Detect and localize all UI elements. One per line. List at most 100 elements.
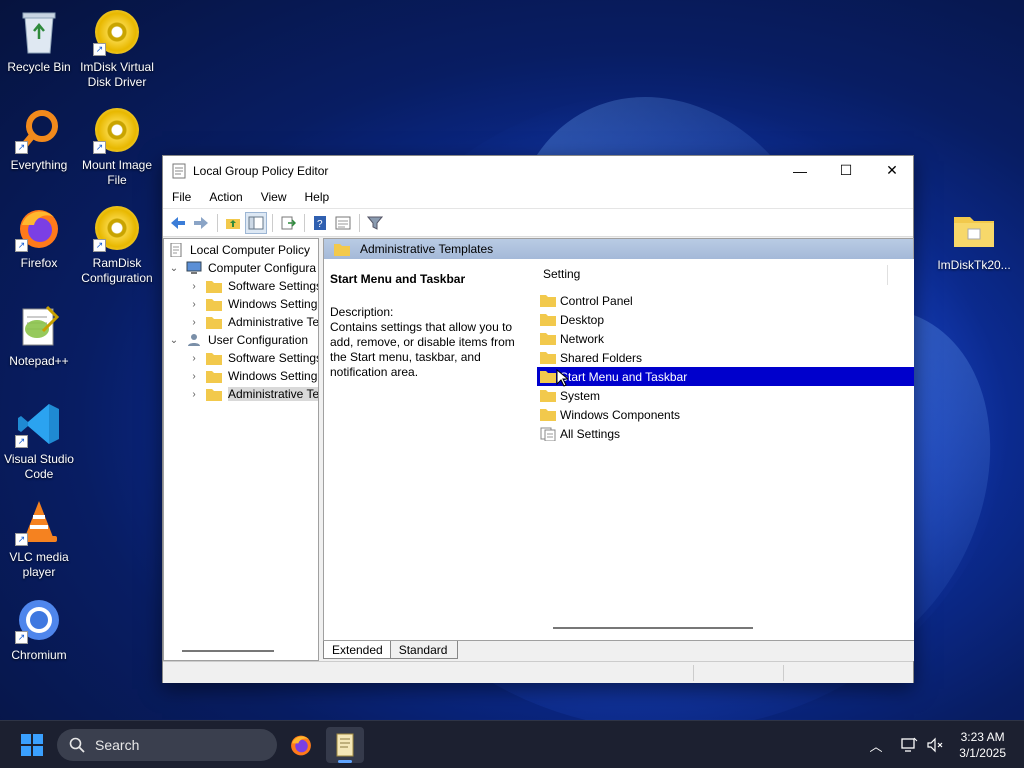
console-tree[interactable]: Local Computer Policy ⌄ Computer Configu… [163, 238, 319, 661]
desktop-icon-chromium[interactable]: ↗ Chromium [1, 596, 77, 663]
collapsed-chevron-icon[interactable]: › [188, 299, 200, 310]
folder-icon [206, 316, 222, 329]
clock-date: 3/1/2025 [959, 746, 1006, 760]
list-item-control-panel[interactable]: Control Panel [537, 291, 914, 310]
group-policy-editor-window: Local Group Policy Editor — ☐ ✕ File Act… [162, 155, 914, 683]
tree-node-uc-windows-settings[interactable]: › Windows Setting [188, 367, 317, 385]
tree-node-uc-administrative-templates[interactable]: › Administrative Te [188, 385, 318, 403]
list-item-shared-folders[interactable]: Shared Folders [537, 348, 914, 367]
tree-node-user-configuration[interactable]: ⌄ User Configuration [168, 331, 308, 349]
firefox-icon: ↗ [15, 204, 63, 252]
taskbar-search-box[interactable]: Search [57, 729, 277, 761]
menu-help[interactable]: Help [296, 190, 339, 204]
collapsed-chevron-icon[interactable]: › [188, 317, 200, 328]
tree-node-cc-administrative-templates[interactable]: › Administrative Te [188, 313, 318, 331]
list-item-windows-components[interactable]: Windows Components [537, 405, 914, 424]
collapsed-chevron-icon[interactable]: › [188, 371, 200, 382]
tree-node-root[interactable]: Local Computer Policy [168, 241, 310, 259]
policy-editor-icon [336, 733, 354, 757]
policy-doc-icon [170, 243, 182, 257]
everything-search-icon: ↗ [15, 106, 63, 154]
menu-bar: File Action View Help [163, 185, 913, 209]
maximize-button[interactable]: ☐ [823, 156, 869, 185]
column-header-setting[interactable]: Setting [543, 267, 580, 281]
status-bar [163, 661, 913, 683]
network-icon[interactable] [900, 737, 918, 753]
close-button[interactable]: ✕ [869, 156, 915, 185]
list-horizontal-scrollbar[interactable] [553, 627, 753, 629]
system-tray: ︿ [866, 721, 944, 768]
desktop-icon-label: Code [24, 467, 54, 481]
collapsed-chevron-icon[interactable]: › [188, 353, 200, 364]
description-label: Description: [330, 305, 394, 319]
filter-button[interactable] [364, 212, 386, 234]
up-level-button[interactable] [222, 212, 244, 234]
taskbar-policy-editor-button[interactable] [326, 727, 364, 763]
column-separator[interactable] [887, 265, 888, 285]
desktop-icon-ramdisk[interactable]: ↗ RamDisk Configuration [79, 204, 155, 286]
list-item-system[interactable]: System [537, 386, 914, 405]
collapsed-chevron-icon[interactable]: › [188, 281, 200, 292]
start-windows-icon[interactable] [20, 733, 44, 757]
window-title: Local Group Policy Editor [193, 163, 329, 178]
help-button[interactable]: ? [309, 212, 331, 234]
desktop-icon-recycle-bin[interactable]: Recycle Bin [1, 8, 77, 75]
list-item-network[interactable]: Network [537, 329, 914, 348]
back-arrow-icon [171, 216, 185, 229]
desktop-icon-vlc[interactable]: ↗ VLC media player [1, 498, 77, 580]
export-list-icon [281, 216, 296, 229]
tree-horizontal-scrollbar[interactable] [182, 650, 274, 652]
svg-text:?: ? [317, 219, 323, 230]
tree-node-cc-windows-settings[interactable]: › Windows Setting [188, 295, 317, 313]
tree-node-cc-software-settings[interactable]: › Software Settings [188, 277, 318, 295]
desktop-icon-imdisk[interactable]: ↗ ImDisk Virtual Disk Driver [79, 8, 155, 90]
menu-file[interactable]: File [163, 190, 200, 204]
folder-icon [334, 243, 350, 256]
tree-node-uc-software-settings[interactable]: › Software Settings [188, 349, 318, 367]
settings-list[interactable]: Setting Control Panel Desktop Network Sh… [536, 259, 914, 640]
desktop-icon-firefox[interactable]: ↗ Firefox [1, 204, 77, 271]
desktop-icon-everything[interactable]: ↗ Everything [1, 106, 77, 173]
show-hide-tree-button[interactable] [245, 211, 267, 234]
desktop-icon-imdisktk-folder[interactable]: ImDiskTk20... [936, 206, 1012, 273]
menu-action[interactable]: Action [200, 190, 251, 204]
list-item-start-menu-and-taskbar[interactable]: Start Menu and Taskbar [537, 367, 914, 386]
toolbar-separator [359, 213, 360, 232]
expand-chevron-icon[interactable]: ⌄ [168, 263, 180, 274]
minimize-button[interactable]: — [777, 156, 823, 185]
status-separator [693, 665, 694, 681]
desktop-icon-label: ImDisk Virtual [80, 60, 154, 74]
forward-button[interactable] [190, 212, 212, 234]
taskbar-clock[interactable]: 3:23 AM 3/1/2025 [959, 729, 1006, 761]
back-button[interactable] [167, 212, 189, 234]
volume-muted-icon[interactable] [926, 737, 944, 753]
taskbar: Search ︿ 3:23 AM 3/1/2025 [0, 720, 1024, 768]
export-list-button[interactable] [277, 212, 299, 234]
taskbar-firefox-button[interactable] [282, 727, 320, 763]
list-item-all-settings[interactable]: All Settings [537, 424, 914, 443]
notepadpp-icon [15, 302, 63, 350]
tab-standard[interactable]: Standard [389, 641, 459, 659]
show-hidden-icons-chevron-icon[interactable]: ︿ [866, 736, 886, 755]
toolbar-separator [217, 213, 218, 232]
description-title: Start Menu and Taskbar [330, 272, 466, 286]
desktop-icon-label: Visual Studio [4, 452, 74, 466]
properties-button[interactable] [332, 212, 354, 234]
menu-view[interactable]: View [252, 190, 296, 204]
computer-icon [186, 261, 202, 274]
status-separator [783, 665, 784, 681]
list-item-desktop[interactable]: Desktop [537, 310, 914, 329]
folder-icon [540, 352, 556, 364]
collapsed-chevron-icon[interactable]: › [188, 389, 200, 400]
tab-extended[interactable]: Extended [323, 641, 394, 659]
title-bar[interactable]: Local Group Policy Editor — ☐ ✕ [163, 156, 913, 185]
desktop-icon-mount-image[interactable]: ↗ Mount Image File [79, 106, 155, 188]
desktop-icon-notepadpp[interactable]: Notepad++ [1, 302, 77, 369]
disc-icon: ↗ [93, 8, 141, 56]
desktop-icon-vscode[interactable]: ↗ Visual Studio Code [1, 400, 77, 482]
desktop-icon-label: Recycle Bin [7, 60, 71, 74]
details-header: Administrative Templates [324, 239, 913, 259]
policy-editor-icon [172, 163, 186, 178]
tree-node-computer-configuration[interactable]: ⌄ Computer Configura [168, 259, 316, 277]
expand-chevron-icon[interactable]: ⌄ [168, 335, 180, 346]
